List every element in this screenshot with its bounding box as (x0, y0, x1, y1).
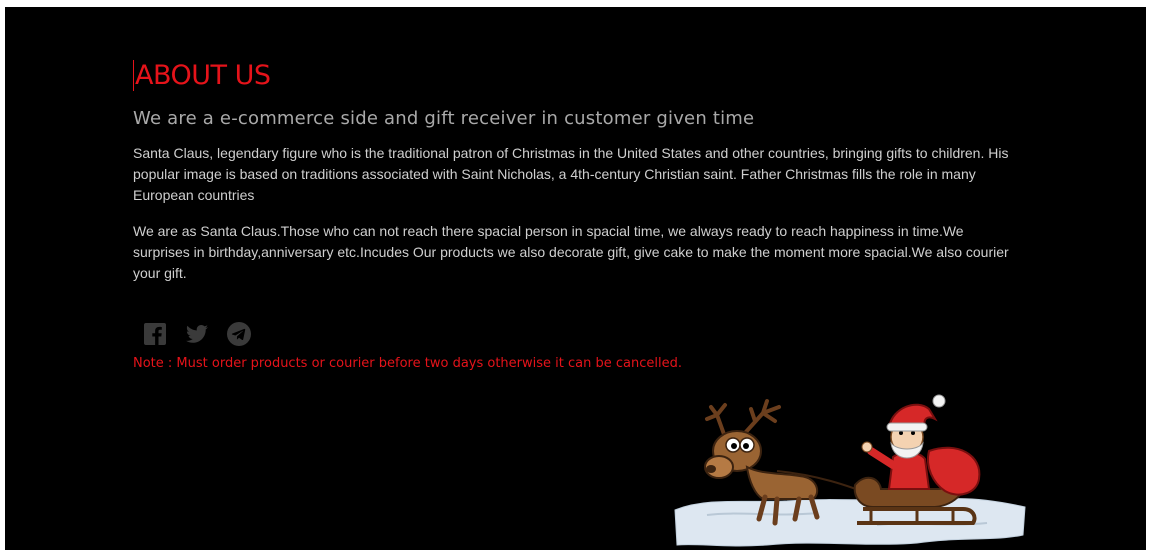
about-content: ABOUT US We are a e-commerce side and gi… (133, 57, 1033, 371)
about-subtitle: We are a e-commerce side and gift receiv… (133, 108, 755, 129)
social-links (143, 322, 251, 346)
about-section: ABOUT US We are a e-commerce side and gi… (5, 7, 1146, 550)
page-title: ABOUT US (135, 60, 271, 91)
twitter-icon[interactable] (185, 322, 209, 346)
title-wrap: ABOUT US (133, 57, 1033, 99)
about-paragraph-1: Santa Claus, legendary figure who is the… (133, 145, 1009, 203)
facebook-icon[interactable] (143, 322, 167, 346)
order-note: Note : Must order products or courier be… (133, 356, 682, 371)
title-cursor-bar (133, 60, 134, 91)
about-paragraph-2: We are as Santa Claus.Those who can not … (133, 223, 1009, 281)
telegram-icon[interactable] (227, 322, 251, 346)
santa-sleigh-illustration (667, 385, 1027, 550)
